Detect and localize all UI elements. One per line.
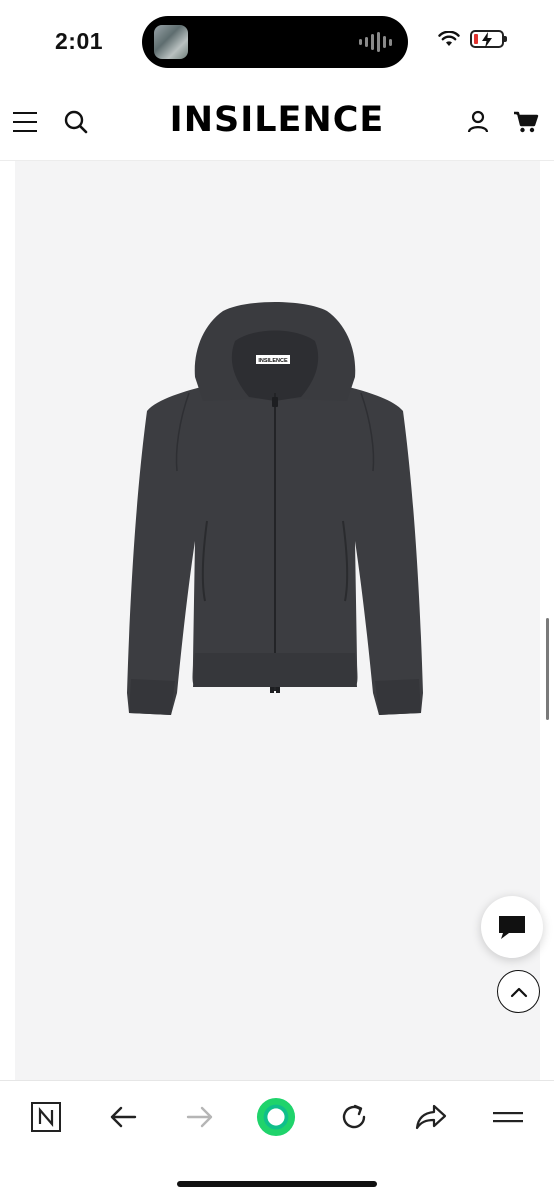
menu-icon[interactable] bbox=[488, 1097, 528, 1137]
user-icon[interactable] bbox=[462, 106, 494, 138]
status-indicators bbox=[438, 30, 507, 48]
now-playing-thumbnail bbox=[154, 25, 188, 59]
naver-icon[interactable] bbox=[26, 1097, 66, 1137]
site-header: INSILENCE bbox=[0, 90, 554, 156]
battery-icon bbox=[470, 30, 507, 48]
zip-hoodie-image: INSILENCE bbox=[127, 302, 423, 715]
chat-icon bbox=[499, 916, 525, 939]
scroll-indicator[interactable] bbox=[546, 618, 549, 720]
scroll-top-button[interactable] bbox=[497, 970, 540, 1013]
dynamic-island[interactable] bbox=[142, 16, 408, 68]
status-time: 2:01 bbox=[55, 28, 104, 54]
back-arrow-icon[interactable] bbox=[103, 1097, 143, 1137]
home-indicator bbox=[177, 1181, 377, 1187]
wifi-icon bbox=[438, 31, 460, 46]
status-bar: 2:01 bbox=[0, 0, 554, 84]
green-dot-icon[interactable] bbox=[256, 1097, 296, 1137]
chevron-up-icon bbox=[510, 987, 527, 997]
product-image[interactable]: INSILENCE bbox=[15, 161, 540, 1080]
refresh-icon[interactable] bbox=[334, 1097, 374, 1137]
forward-arrow-icon[interactable] bbox=[180, 1097, 220, 1137]
share-icon[interactable] bbox=[411, 1097, 451, 1137]
cart-icon[interactable] bbox=[510, 106, 542, 138]
audio-wave-icon bbox=[359, 32, 392, 52]
chat-button[interactable] bbox=[481, 896, 543, 958]
label-tag-text: INSILENCE bbox=[258, 358, 288, 364]
